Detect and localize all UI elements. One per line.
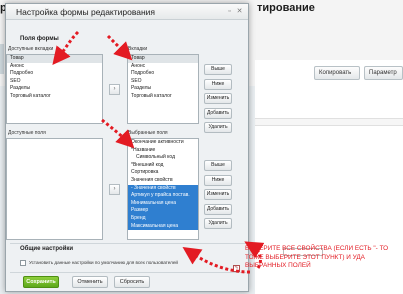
selected-fields-label: Выбранные поля [128, 130, 168, 136]
available-tabs-label: Доступные вкладки [8, 46, 54, 52]
save-button[interactable]: Сохранить [23, 276, 59, 288]
field-delete-button[interactable]: Удалить [204, 218, 232, 229]
tab-add-button[interactable]: Добавить [204, 107, 232, 119]
list-item[interactable]: Товар [128, 55, 198, 63]
close-icon[interactable]: ✕ [236, 8, 243, 15]
list-item[interactable]: Разделы [7, 85, 102, 93]
fields-section-title: Поля формы [20, 36, 59, 42]
list-item[interactable]: Бренд [128, 214, 198, 223]
list-item[interactable]: Окончание активности [128, 139, 198, 147]
background-left-strip [0, 44, 4, 74]
default-settings-checkbox[interactable] [20, 260, 26, 266]
list-item[interactable]: Торговый каталог [128, 93, 198, 101]
tabs-label: Вкладки [128, 46, 148, 52]
available-fields-list[interactable] [6, 138, 103, 240]
tab-edit-button[interactable]: Изменить [204, 93, 232, 104]
background-title-right: тирование [257, 2, 315, 14]
list-item[interactable]: Торговый каталог [7, 93, 102, 101]
move-field-right-button[interactable]: › [109, 184, 120, 195]
move-right-button[interactable]: › [109, 84, 120, 95]
list-item[interactable]: Артикул у прайса постав. [128, 192, 198, 200]
background-strip [255, 118, 403, 126]
list-item[interactable]: Разделы [128, 85, 198, 93]
field-edit-button[interactable]: Изменить [204, 189, 232, 200]
separator [10, 243, 246, 244]
list-item[interactable]: *Внешний код [128, 162, 198, 170]
cancel-button[interactable]: Отменить [72, 276, 108, 288]
list-item[interactable]: Значения свойств [128, 177, 198, 185]
dialog-titlebar[interactable]: Настройка формы редактирования ▫ ✕ [6, 4, 248, 20]
field-add-button[interactable]: Добавить [204, 203, 232, 215]
list-item[interactable]: Сортировка [128, 169, 198, 177]
list-item[interactable]: Минимальная цена [128, 199, 198, 208]
list-item[interactable]: Товар [7, 55, 102, 63]
list-item[interactable]: Максимальная цена [128, 222, 198, 231]
selected-fields-list[interactable]: Окончание активности *Название Символьный … [127, 138, 199, 240]
list-item[interactable]: Анонс [128, 63, 198, 71]
common-settings-title: Общие настройки [20, 246, 74, 252]
tab-move-down-button[interactable]: Ниже [204, 78, 232, 90]
available-fields-label: Доступные поля [8, 130, 46, 136]
params-button[interactable]: Параметр [364, 66, 403, 80]
tab-delete-button[interactable]: Удалить [204, 122, 232, 133]
footer-separator [10, 272, 246, 273]
default-settings-label: Установить данные настройки по умолчанию… [29, 260, 178, 265]
available-tabs-list[interactable]: Товар Анонс Подробно SEO Разделы Торговый кат… [6, 54, 103, 124]
list-item[interactable]: SEO [7, 78, 102, 86]
field-move-down-button[interactable]: Ниже [204, 174, 232, 186]
pencil-icon[interactable]: ✎ [233, 265, 240, 272]
annotation-text: ВЫБЕРИТЕ ВСЕ СВОЙСТВА (ЕСЛИ ЕСТЬ "- ТО Т… [245, 245, 389, 270]
list-item[interactable]: Анонс [7, 63, 102, 71]
list-item[interactable]: Символьный код [128, 154, 198, 162]
dialog-title: Настройка формы редактирования [16, 7, 156, 17]
copy-button[interactable]: Копировать [314, 66, 360, 80]
maximize-icon[interactable]: ▫ [226, 8, 233, 15]
list-item[interactable]: Подробно [128, 70, 198, 78]
field-move-up-button[interactable]: Выше [204, 160, 232, 171]
tabs-list[interactable]: Товар Анонс Подробно SEO Разделы Торговый кат… [127, 54, 199, 124]
tab-move-up-button[interactable]: Выше [204, 64, 232, 75]
reset-button[interactable]: Сбросить [114, 276, 150, 288]
list-item[interactable]: Подробно [7, 70, 102, 78]
list-item[interactable]: SEO [128, 78, 198, 86]
edit-form-settings-dialog: Настройка формы редактирования ▫ ✕ Поля … [5, 3, 249, 292]
list-item[interactable]: Размер [128, 207, 198, 215]
